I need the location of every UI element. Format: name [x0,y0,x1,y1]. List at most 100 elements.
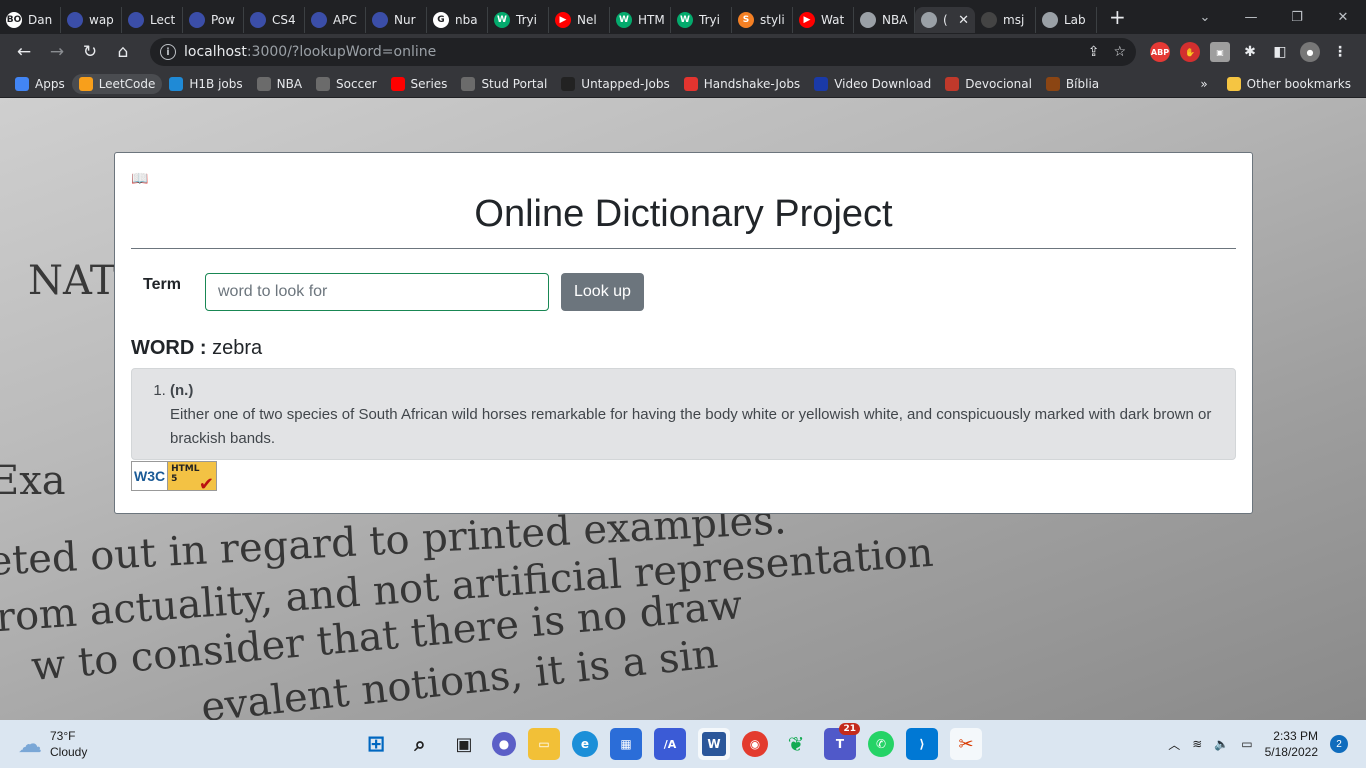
tab-title: CS4 [272,13,296,27]
edge-icon[interactable]: e [572,731,598,757]
bookmarks-overflow-button[interactable]: » [1200,77,1207,91]
teams-icon[interactable]: T 21 [824,723,860,760]
volume-icon[interactable]: 🔈 [1214,737,1229,751]
bookmark-item[interactable]: Handshake-Jobs [677,74,807,94]
browser-tab[interactable]: W Tryi [671,7,732,33]
site-info-icon[interactable]: i [160,44,176,60]
bookmark-item[interactable]: LeetCode [71,73,163,94]
tab-favicon-icon [860,12,876,28]
tab-favicon-icon [250,12,266,28]
battery-icon[interactable]: ▭ [1241,737,1252,751]
bookmark-item[interactable]: Untapped-Jobs [554,74,676,94]
browser-tab[interactable]: Gnba [427,7,488,33]
puzzle-icon[interactable]: ✱ [1240,42,1260,62]
browser-tab[interactable]: NBA [854,7,915,33]
clock[interactable]: 2:33 PM 5/18/2022 [1265,728,1318,760]
mongodb-icon[interactable]: ❦ [780,728,812,760]
tray-chevron-icon[interactable]: ︿ [1168,736,1180,753]
browser-tab[interactable]: (✕ [915,7,975,33]
browser-tab[interactable]: Nur [366,7,427,33]
home-icon[interactable]: ⌂ [109,38,137,66]
tab-favicon-icon [921,12,937,28]
other-bookmarks[interactable]: Other bookmarks [1220,74,1358,94]
browser-toolbar: ← → ↻ ⌂ i localhost:3000/?lookupWord=onl… [0,34,1366,70]
notification-badge[interactable]: 2 [1330,735,1348,753]
browser-tab[interactable]: W HTM [610,7,671,33]
snipping-tool-icon[interactable]: ✂ [950,728,982,760]
bookmark-favicon-icon [316,76,331,91]
definition-text: Either one of two species of South Afric… [170,406,1212,447]
bookmark-item[interactable]: Devocional [938,74,1039,94]
windows-start-icon[interactable]: ⊞ [360,728,392,760]
teams-chat-icon[interactable]: ● [492,732,516,756]
lookup-button[interactable]: Look up [561,273,644,311]
word-value: zebra [212,337,263,359]
reload-icon[interactable]: ↻ [76,38,104,66]
tab-title: Tryi [699,13,720,27]
browser-tab[interactable]: W Tryi [488,7,549,33]
wifi-icon[interactable]: ≋ [1192,737,1202,751]
task-view-icon[interactable]: ▣ [448,728,480,760]
close-window-button[interactable]: ✕ [1320,10,1366,25]
store-icon[interactable]: ▦ [610,728,642,760]
browser-tab[interactable]: Lect [122,7,183,33]
close-tab-icon[interactable]: ✕ [958,13,969,28]
browser-tab[interactable]: msj [975,7,1036,33]
word-icon[interactable]: W [698,728,730,760]
browser-tab[interactable]: Lab [1036,7,1097,33]
tab-title: Lab [1064,13,1086,27]
term-input[interactable] [205,273,549,311]
tab-search-icon[interactable]: ⌄ [1182,10,1228,25]
browser-tab[interactable]: ▶ Wat [793,7,854,33]
back-icon[interactable]: ← [10,38,38,66]
browser-tab[interactable]: CS4 [244,7,305,33]
address-bar[interactable]: i localhost:3000/?lookupWord=online ⇪ ☆ [150,38,1136,66]
file-explorer-icon[interactable]: ▭ [528,728,560,760]
browser-tab[interactable]: wap [61,7,122,33]
browser-tab[interactable]: ▶ Nel [549,7,610,33]
word-prefix: WORD : [131,337,213,359]
menu-kebab-icon[interactable]: ⋮ [1330,42,1350,62]
tab-title: NBA [882,13,908,27]
bookmark-item[interactable]: Stud Portal [454,74,554,94]
cloud-icon: ☁ [18,730,42,758]
extension-icon[interactable]: ▣ [1210,42,1230,62]
teams-badge: 21 [839,723,860,735]
tab-title: ( [943,13,948,27]
bookmark-item[interactable]: H1B jobs [162,74,249,94]
bookmark-favicon-icon [461,76,476,91]
adblock-icon[interactable]: ABP [1150,42,1170,62]
autodesk-icon[interactable]: /A [654,728,686,760]
bookmark-item[interactable]: Apps [8,74,72,94]
minimize-button[interactable]: — [1228,10,1274,25]
w3c-html5-badge[interactable]: W3C HTML 5 ✔ [131,461,217,494]
bookmark-item[interactable]: NBA [250,74,309,94]
bookmark-item[interactable]: Soccer [309,74,383,94]
browser-tab[interactable]: BO Dan [0,7,61,33]
tab-title: Pow [211,13,235,27]
bookmark-item[interactable]: Video Download [807,74,938,94]
bookmark-item[interactable]: Series [384,74,455,94]
share-icon[interactable]: ⇪ [1088,44,1100,60]
browser-tab[interactable]: Sstyli [732,7,793,33]
tab-title: wap [89,13,114,27]
profile-avatar[interactable]: ● [1300,42,1320,62]
chrome-icon[interactable]: ◉ [742,731,768,757]
restore-button[interactable]: ❐ [1274,10,1320,25]
bookmark-star-icon[interactable]: ☆ [1113,44,1126,60]
vscode-icon[interactable]: ⟩ [906,728,938,760]
side-panel-icon[interactable]: ◧ [1270,42,1290,62]
bookmark-favicon-icon [1045,76,1060,91]
weather-widget[interactable]: ☁ 73°F Cloudy [0,728,360,760]
book-icon: 📖 [131,171,149,187]
search-icon[interactable]: ⌕ [404,728,436,760]
browser-tab[interactable]: APC [305,7,366,33]
whatsapp-icon[interactable]: ✆ [868,731,894,757]
stop-hand-icon[interactable]: ✋ [1180,42,1200,62]
bookmark-favicon-icon [256,76,271,91]
new-tab-button[interactable]: + [1109,5,1126,29]
html-version: 5 [171,474,178,484]
forward-icon[interactable]: → [43,38,71,66]
bookmark-item[interactable]: Bíblia [1039,74,1106,94]
browser-tab[interactable]: Pow [183,7,244,33]
